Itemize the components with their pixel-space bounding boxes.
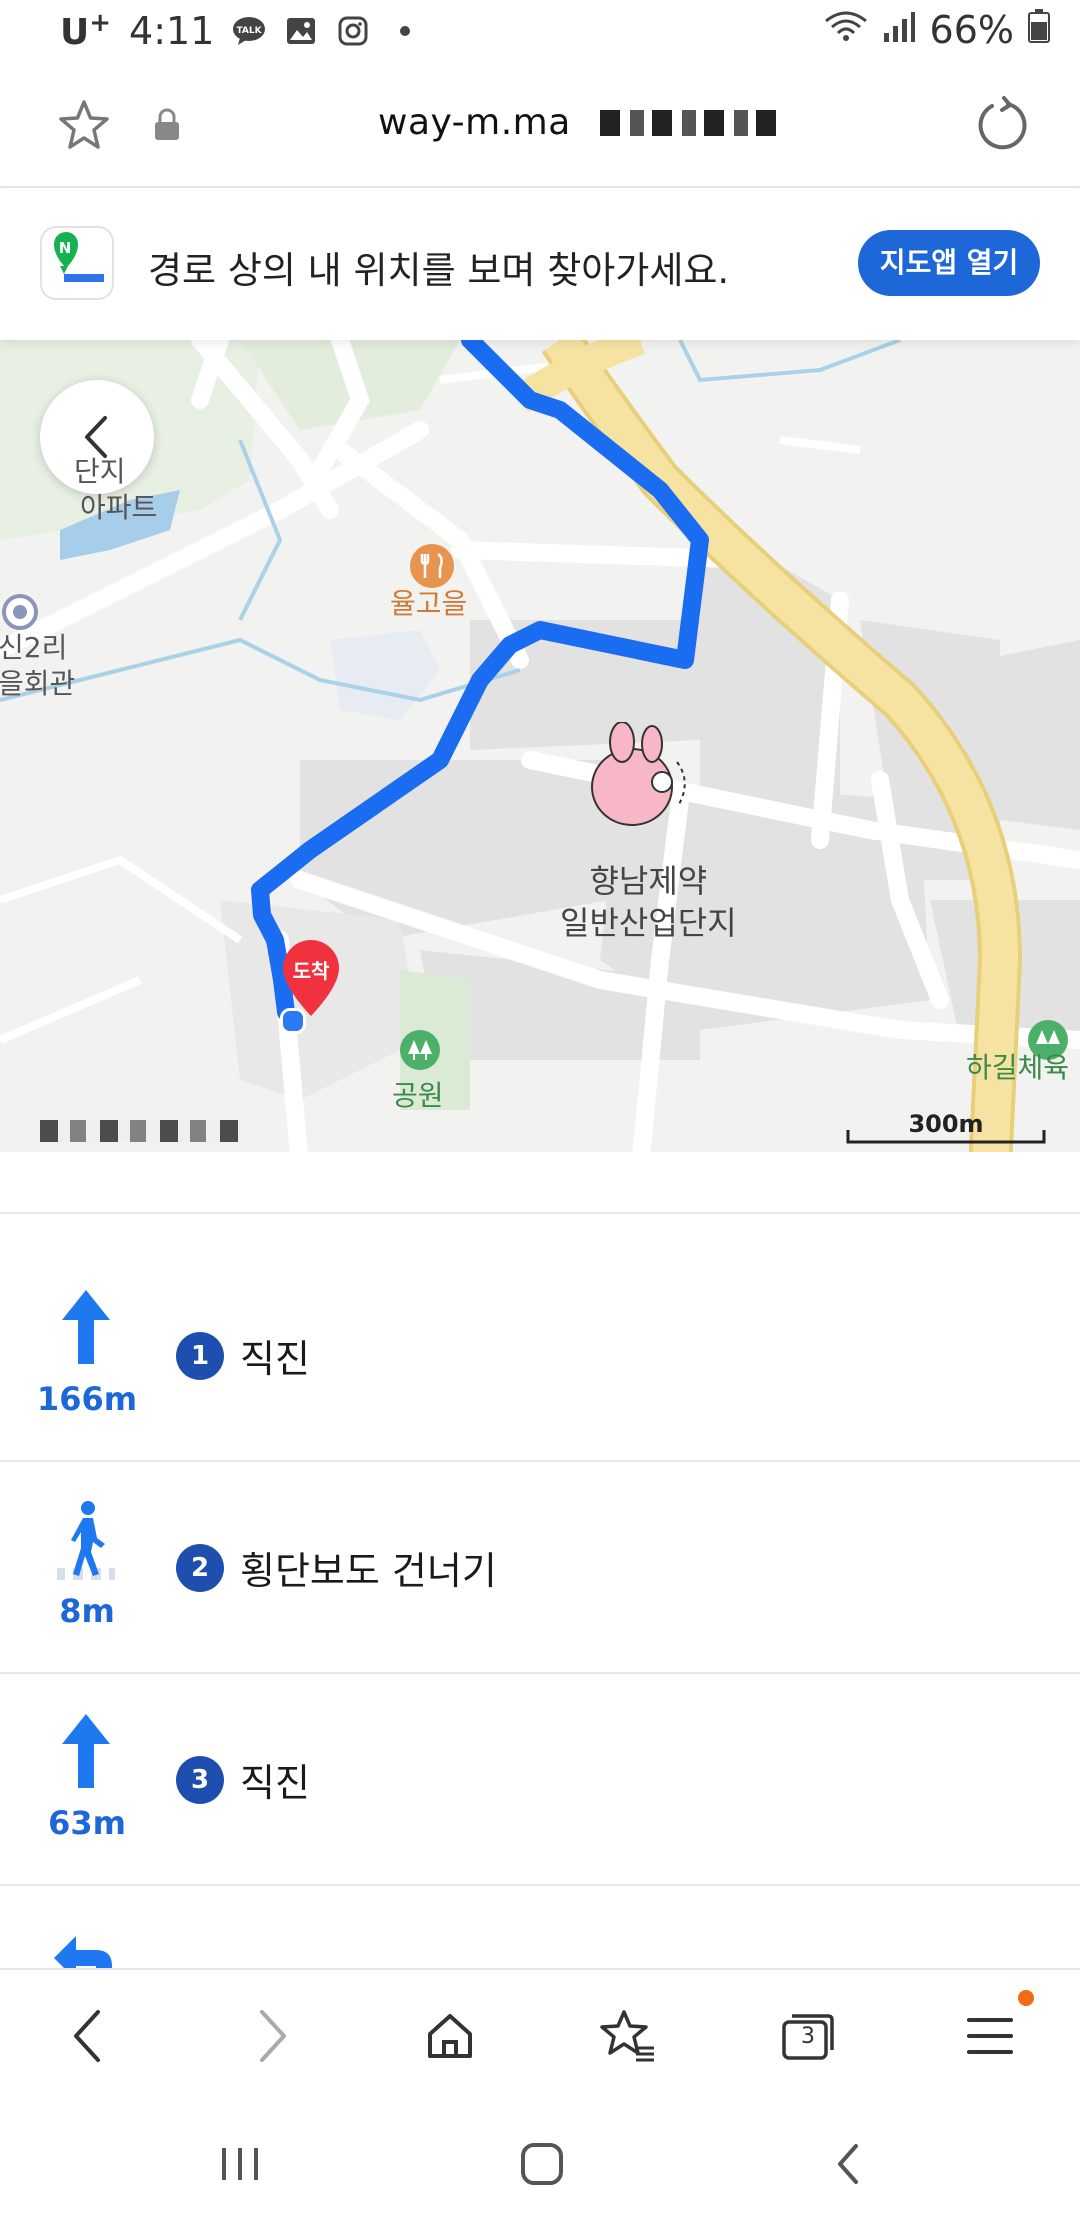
home-icon[interactable] bbox=[418, 2004, 482, 2068]
map-label-village-hall: 신2리 을회관 bbox=[0, 631, 76, 700]
map-label-restaurant: 율고을 bbox=[390, 587, 468, 620]
step-number: 1 bbox=[176, 1332, 224, 1380]
map-label-park: 공원 bbox=[392, 1079, 444, 1112]
url-text[interactable]: way-m.ma bbox=[378, 102, 571, 143]
status-right: 66% bbox=[824, 8, 1050, 52]
back-arrow-icon[interactable] bbox=[56, 2004, 120, 2068]
svg-text:N: N bbox=[59, 239, 72, 257]
route-step-4-partial[interactable] bbox=[0, 1884, 1080, 1968]
open-map-app-button[interactable]: 지도앱 열기 bbox=[858, 230, 1040, 296]
destination-dot bbox=[280, 1008, 306, 1034]
status-left: U+ 4:11 TALK bbox=[60, 8, 422, 53]
step-distance: 63m bbox=[48, 1804, 126, 1842]
tabs-icon[interactable]: 3 bbox=[776, 2004, 840, 2068]
recent-apps-icon[interactable] bbox=[210, 2138, 270, 2190]
instagram-icon bbox=[336, 14, 370, 48]
open-map-app-banner: N 경로 상의 내 위치를 보며 찾아가세요. 지도앱 열기 bbox=[0, 188, 1080, 340]
route-steps-list: 166m 1 직진 8m 2 횡단보도 건너기 63m 3 직진 bbox=[0, 1168, 1080, 1968]
park-pin-icon[interactable] bbox=[400, 1030, 440, 1070]
route-map[interactable]: 단지 아파트 신2리 을회관 율고을 향남제약 일반산업단지 공원 하길체육 도… bbox=[0, 340, 1080, 1168]
gallery-icon bbox=[284, 14, 318, 48]
step-distance: 8m bbox=[59, 1592, 115, 1630]
map-label-industrial-complex: 향남제약 일반산업단지 bbox=[560, 862, 737, 942]
route-step-1[interactable]: 166m 1 직진 bbox=[0, 1248, 1080, 1462]
route-step-2[interactable]: 8m 2 횡단보도 건너기 bbox=[0, 1460, 1080, 1674]
turn-left-arrow-icon bbox=[38, 1922, 134, 1968]
lock-icon bbox=[152, 108, 182, 146]
talk-icon: TALK bbox=[232, 14, 266, 48]
status-bar: U+ 4:11 TALK 66% bbox=[0, 0, 1080, 64]
restaurant-pin-icon[interactable] bbox=[410, 544, 454, 588]
character-sticker-icon bbox=[582, 721, 702, 832]
reload-icon[interactable] bbox=[974, 96, 1030, 156]
list-divider bbox=[0, 1212, 1080, 1214]
clock: 4:11 bbox=[129, 8, 215, 53]
battery-percent: 66% bbox=[929, 8, 1014, 52]
system-navigation-bar bbox=[0, 2102, 1080, 2220]
map-canvas bbox=[0, 340, 1080, 1168]
arrow-up-icon bbox=[38, 1710, 134, 1806]
arrow-up-icon bbox=[38, 1286, 134, 1382]
more-notifications-dot-icon bbox=[388, 14, 422, 48]
destination-badge: 도착 bbox=[292, 959, 330, 983]
battery-icon bbox=[1028, 8, 1050, 52]
step-number: 2 bbox=[176, 1544, 224, 1592]
step-number: 3 bbox=[176, 1756, 224, 1804]
route-step-3[interactable]: 63m 3 직진 bbox=[0, 1672, 1080, 1886]
carrier-label: U+ bbox=[60, 8, 112, 53]
map-scale-bar bbox=[846, 1130, 1046, 1144]
browser-toolbar: 3 bbox=[0, 1968, 1080, 2104]
menu-notification-dot bbox=[1018, 1990, 1034, 2006]
naver-map-logo-icon: N bbox=[42, 228, 112, 298]
step-label: 횡단보도 건너기 bbox=[240, 1549, 497, 1593]
menu-icon[interactable] bbox=[958, 1990, 1034, 2068]
banner-message: 경로 상의 내 위치를 보며 찾아가세요. bbox=[148, 249, 730, 292]
map-label-apartment: 단지 bbox=[74, 455, 126, 488]
bookmark-star-icon[interactable] bbox=[56, 98, 112, 156]
system-back-icon[interactable] bbox=[818, 2138, 878, 2190]
map-label-sports: 하길체육 bbox=[966, 1051, 1070, 1084]
wifi-icon bbox=[824, 8, 868, 52]
home-button-icon[interactable] bbox=[512, 2138, 572, 2190]
step-distance: 166m bbox=[36, 1380, 138, 1418]
crosswalk-icon bbox=[38, 1498, 134, 1594]
svg-text:TALK: TALK bbox=[237, 26, 263, 36]
step-label: 직진 bbox=[240, 1761, 310, 1805]
map-label-apartment-2: 아파트 bbox=[80, 491, 158, 524]
bookmarks-icon[interactable] bbox=[596, 2004, 660, 2068]
forward-arrow-icon[interactable] bbox=[240, 2004, 304, 2068]
map-bottom-strip bbox=[0, 1152, 1080, 1168]
signal-icon bbox=[882, 8, 916, 52]
tab-count: 3 bbox=[801, 2024, 815, 2049]
url-bar: way-m.ma bbox=[0, 64, 1080, 189]
step-label: 직진 bbox=[240, 1337, 310, 1381]
url-redacted bbox=[600, 110, 780, 136]
map-attribution-redacted bbox=[40, 1120, 240, 1142]
